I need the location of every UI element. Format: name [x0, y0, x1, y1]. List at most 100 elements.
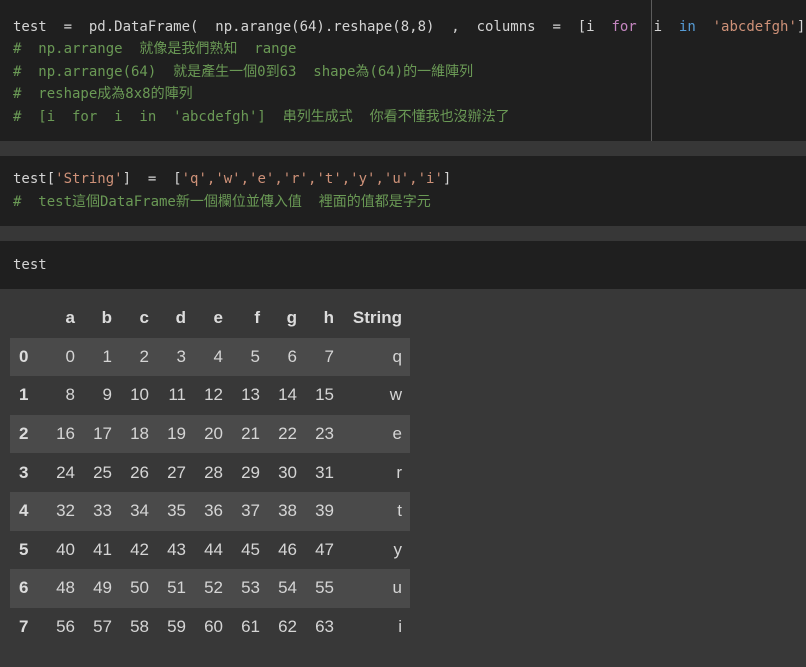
editor-ruler: [651, 0, 652, 141]
table-cell: 60: [204, 617, 223, 637]
table-cell: 6: [287, 346, 297, 366]
table-cell: 28: [204, 462, 223, 482]
comment-line: # np.arrange 就像是我們熟知 range: [13, 41, 297, 57]
column-header: f: [254, 308, 260, 328]
table-cell: t: [397, 501, 402, 521]
table-cell: 3: [176, 346, 186, 366]
table-row: 1 8 9 10 11 12 13 14 15 w: [10, 376, 410, 415]
table-cell: 42: [130, 539, 149, 559]
table-cell: y: [393, 539, 403, 559]
table-cell: 18: [130, 424, 149, 444]
table-cell: 53: [241, 578, 260, 598]
table-row: 6 48 49 50 51 52 53 54 55 u: [10, 569, 410, 608]
column-header: d: [175, 308, 186, 328]
table-cell: u: [392, 578, 402, 598]
table-cell: 57: [93, 617, 112, 637]
table-cell: 63: [315, 617, 334, 637]
row-index: 2: [19, 424, 29, 444]
column-header: [10, 299, 42, 338]
column-header: e: [213, 308, 223, 328]
row-index: 6: [19, 578, 29, 598]
table-cell: 11: [168, 385, 186, 405]
comment-line: # [i for i in 'abcdefgh'] 串列生成式 你看不懂我也沒辦…: [13, 109, 510, 125]
comment-line: # np.arrange(64) 就是產生一個0到63 shape為(64)的一…: [13, 64, 474, 80]
code-cell-2[interactable]: test['String'] = ['q','w','e','r','t','y…: [0, 156, 806, 226]
table-cell: 38: [278, 501, 297, 521]
table-row: 7 56 57 58 59 60 61 62 63 i: [10, 608, 410, 647]
string-literal: 'q','w','e','r','t','y','u','i': [181, 171, 443, 187]
comment-line: # test這個DataFrame新一個欄位並傳入值 裡面的值都是字元: [13, 194, 431, 210]
column-header: a: [65, 308, 75, 328]
table-cell: 44: [204, 539, 223, 559]
table-cell: 45: [241, 539, 260, 559]
table-cell: 2: [139, 346, 149, 366]
row-index: 7: [19, 617, 29, 637]
code-text: i: [636, 19, 679, 35]
table-cell: 8: [65, 385, 75, 405]
table-row: 0 0 1 2 3 4 5 6 7 q: [10, 337, 410, 377]
code-line: test = pd.DataFrame( np.arange(64).resha…: [13, 16, 806, 38]
table-cell: 39: [315, 501, 334, 521]
column-header: b: [101, 308, 112, 328]
code-cell-1[interactable]: test = pd.DataFrame( np.arange(64).resha…: [0, 0, 806, 141]
keyword-in: in: [678, 19, 696, 35]
table-cell: q: [392, 346, 402, 366]
table-cell: 34: [130, 501, 149, 521]
table-cell: 46: [278, 539, 297, 559]
table-cell: 27: [167, 462, 186, 482]
table-cell: 14: [278, 385, 297, 405]
table-cell: 15: [315, 385, 334, 405]
code-text: ] ): [796, 19, 806, 35]
table-cell: 54: [278, 578, 297, 598]
dataframe-table: a b c d e f g h String 0 0 1 2 3 4 5 6 7: [10, 299, 410, 646]
table-cell: 41: [93, 539, 112, 559]
table-header-row: a b c d e f g h String: [10, 299, 410, 338]
code-text: test = pd.DataFrame( np.arange(64).resha…: [13, 19, 612, 35]
table-cell: 23: [315, 424, 334, 444]
row-index: 5: [19, 539, 29, 559]
table-row: 4 32 33 34 35 36 37 38 39 t: [10, 491, 410, 531]
table-cell: 17: [93, 424, 112, 444]
table-cell: 36: [204, 501, 223, 521]
column-header: String: [352, 308, 402, 328]
keyword-for: for: [611, 19, 637, 35]
comment-line: # reshape成為8x8的陣列: [13, 86, 193, 102]
column-header: h: [323, 308, 334, 328]
code-line: test['String'] = ['q','w','e','r','t','y…: [13, 168, 451, 190]
row-index: 3: [19, 462, 29, 482]
table-cell: 33: [93, 501, 112, 521]
table-cell: 59: [167, 617, 186, 637]
code-cell-3[interactable]: test: [0, 241, 806, 289]
table-cell: r: [396, 462, 402, 482]
table-cell: 1: [102, 346, 112, 366]
row-index: 0: [19, 346, 29, 366]
table-cell: 31: [315, 462, 334, 482]
table-cell: 40: [56, 539, 75, 559]
table-cell: 47: [315, 539, 334, 559]
table-row: 3 24 25 26 27 28 29 30 31 r: [10, 453, 410, 492]
table-cell: 35: [167, 501, 186, 521]
code-text: ] = [: [122, 171, 182, 187]
table-cell: 10: [130, 385, 149, 405]
table-row: 5 40 41 42 43 44 45 46 47 y: [10, 531, 410, 570]
table-cell: e: [392, 424, 402, 444]
table-cell: 12: [204, 385, 223, 405]
table-cell: 24: [56, 462, 75, 482]
table-cell: 22: [278, 424, 297, 444]
table-cell: 9: [102, 385, 112, 405]
table-cell: 32: [56, 501, 75, 521]
string-literal: 'String': [55, 171, 123, 187]
table-cell: 7: [324, 346, 334, 366]
table-cell: i: [398, 617, 402, 637]
table-cell: 0: [65, 346, 75, 366]
table-cell: 51: [167, 578, 186, 598]
table-cell: 21: [241, 424, 260, 444]
row-index: 4: [19, 501, 29, 521]
table-cell: 49: [93, 578, 112, 598]
table-cell: 13: [241, 385, 260, 405]
row-index: 1: [19, 385, 29, 405]
table-cell: 16: [56, 424, 75, 444]
table-cell: 43: [167, 539, 186, 559]
column-header: c: [139, 308, 149, 328]
